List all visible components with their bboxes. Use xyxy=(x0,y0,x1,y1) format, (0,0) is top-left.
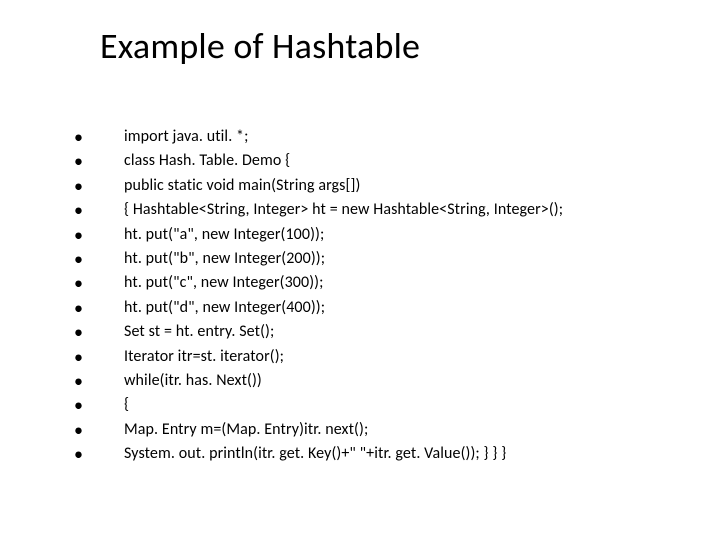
code-line: Set st = ht. entry. Set(); xyxy=(100,321,660,343)
code-line: import java. util. *; xyxy=(100,126,660,148)
code-line: ht. put("d", new Integer(400)); xyxy=(100,297,660,319)
code-line: System. out. println(itr. get. Key()+" "… xyxy=(100,443,660,465)
code-line: public static void main(String args[]) xyxy=(100,175,660,197)
code-line: Iterator itr=st. iterator(); xyxy=(100,346,660,368)
code-line: { Hashtable<String, Integer> ht = new Ha… xyxy=(100,199,660,221)
code-line: ht. put("a", new Integer(100)); xyxy=(100,224,660,246)
code-line: class Hash. Table. Demo { xyxy=(100,150,660,172)
code-line: Map. Entry m=(Map. Entry)itr. next(); xyxy=(100,419,660,441)
code-bullet-list: import java. util. *; class Hash. Table.… xyxy=(100,126,660,465)
slide-title: Example of Hashtable xyxy=(100,24,660,68)
code-line: ht. put("b", new Integer(200)); xyxy=(100,248,660,270)
code-line: { xyxy=(100,394,660,416)
code-line: ht. put("c", new Integer(300)); xyxy=(100,272,660,294)
code-line: while(itr. has. Next()) xyxy=(100,370,660,392)
